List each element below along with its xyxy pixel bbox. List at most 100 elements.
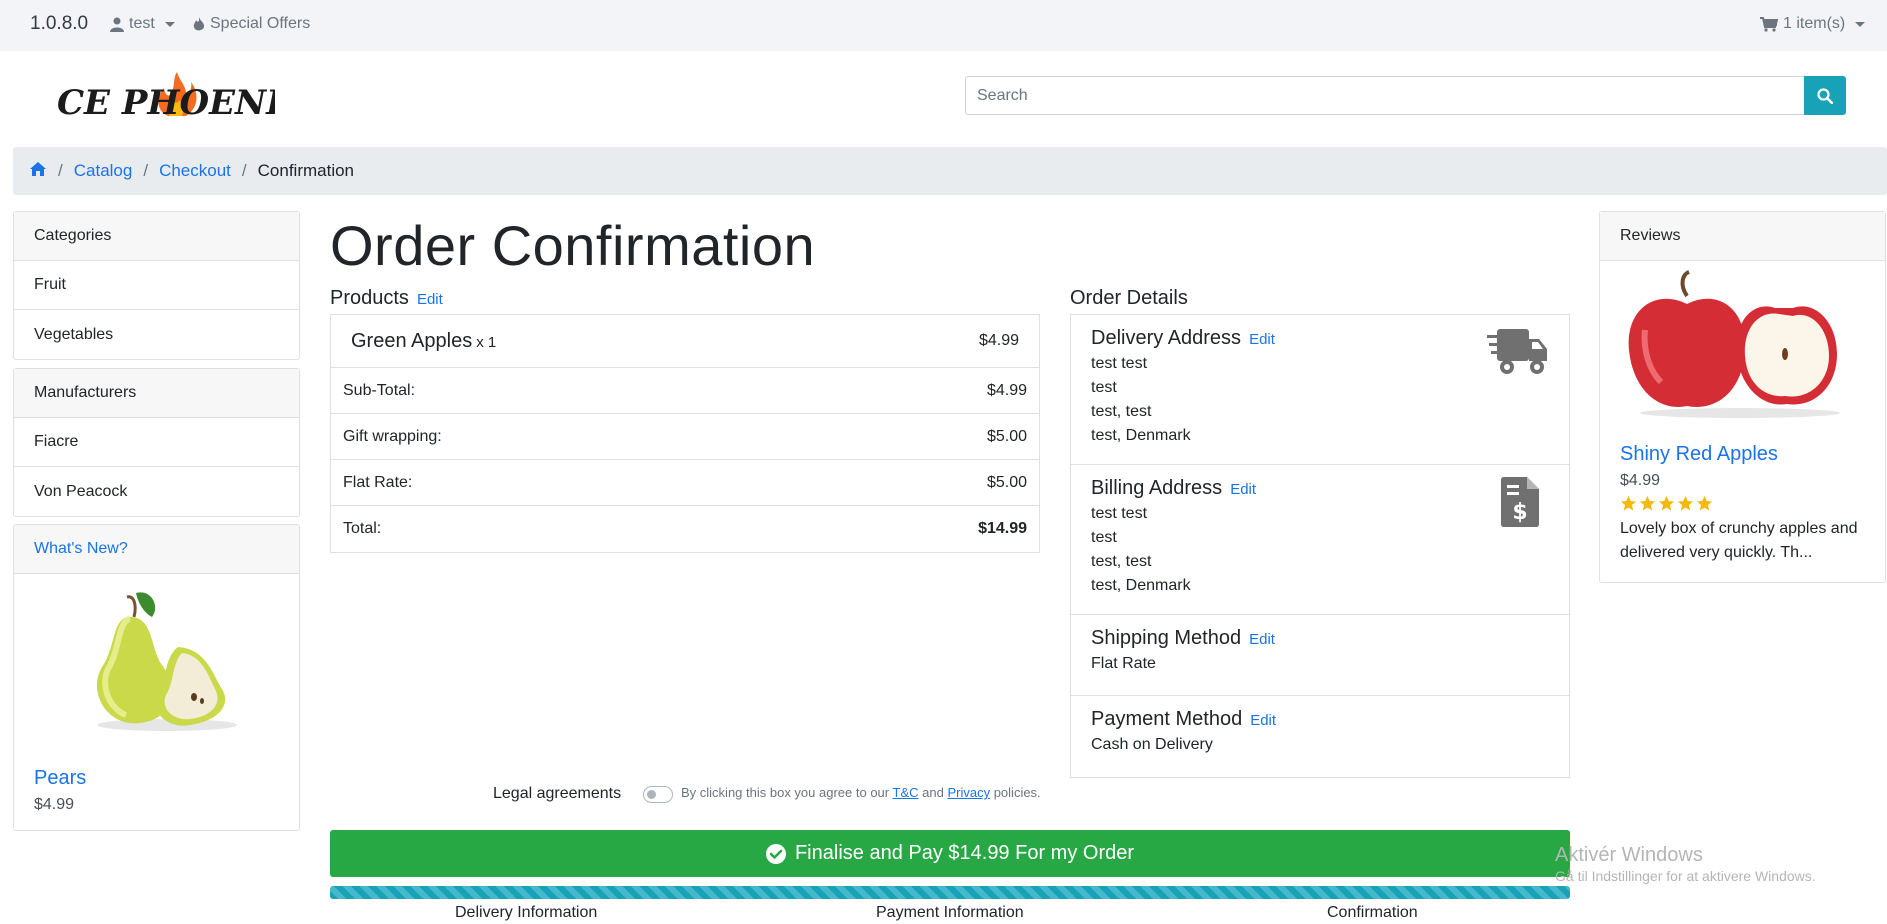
edit-delivery-address-link[interactable]: Edit [1249, 331, 1275, 348]
billing-address-line: test test [1091, 505, 1148, 522]
star-icon [1620, 495, 1637, 511]
delivery-address-title: Delivery Address [1091, 327, 1242, 349]
user-name: test [129, 15, 155, 32]
shipping-cost-label: Flat Rate: [343, 473, 413, 491]
category-fruit[interactable]: Fruit [14, 261, 299, 310]
cart-count: 1 item(s) [1783, 15, 1846, 32]
delivery-address-block: Delivery Address Edit test test test test… [1071, 315, 1569, 465]
step-delivery-information: Delivery Information [455, 904, 598, 921]
whats-new-product-price: $4.99 [34, 796, 75, 813]
chevron-down-icon [164, 21, 175, 27]
check-circle-icon [765, 843, 786, 864]
manufacturers-box: Manufacturers Fiacre Von Peacock [13, 368, 300, 517]
manufacturer-fiacre[interactable]: Fiacre [14, 418, 299, 467]
delivery-address-line: test [1091, 379, 1117, 396]
cart-menu[interactable]: 1 item(s) [1760, 15, 1866, 33]
delivery-address-line: test test [1091, 355, 1148, 372]
shipping-method-block: Shipping Method Edit Flat Rate [1071, 615, 1569, 696]
search-bar [965, 76, 1846, 115]
breadcrumb-catalog[interactable]: Catalog [74, 161, 133, 181]
products-title: Products [330, 287, 409, 309]
manufacturer-von-peacock[interactable]: Von Peacock [14, 467, 299, 516]
shipping-method-value: Flat Rate [1091, 655, 1156, 672]
billing-address-line: test, test [1091, 553, 1152, 570]
user-menu[interactable]: test [110, 15, 175, 33]
site-logo[interactable]: CE PHOENIX [55, 70, 310, 128]
legal-agreement-toggle[interactable] [643, 786, 673, 803]
terms-link[interactable]: T&C [893, 785, 919, 800]
special-offers-label: Special Offers [210, 15, 311, 32]
products-table: Green Apples x 1 $4.99 Sub-Total: $4.99 G… [330, 314, 1040, 553]
total-row: Total: $14.99 [331, 506, 1039, 552]
shipping-cost-row: Flat Rate: $5.00 [331, 460, 1039, 506]
special-offers-link[interactable]: Special Offers [193, 15, 310, 33]
home-link[interactable] [29, 161, 47, 182]
subtotal-label: Sub-Total: [343, 381, 416, 399]
invoice-dollar-icon: $ [1501, 477, 1539, 527]
reviews-title: Reviews [1600, 212, 1885, 261]
product-price: $4.99 [978, 332, 1019, 349]
privacy-link[interactable]: Privacy [947, 785, 990, 800]
step-payment-information: Payment Information [876, 904, 1024, 921]
chevron-down-icon [1855, 21, 1866, 27]
search-button[interactable] [1804, 76, 1846, 115]
gift-wrapping-label: Gift wrapping: [343, 427, 442, 445]
payment-method-title: Payment Method [1091, 708, 1243, 730]
breadcrumb-checkout[interactable]: Checkout [159, 161, 231, 181]
payment-method-value: Cash on Delivery [1091, 736, 1213, 753]
category-vegetables[interactable]: Vegetables [14, 310, 299, 359]
total-label: Total: [343, 520, 382, 537]
svg-text:$: $ [1512, 500, 1527, 525]
search-input[interactable] [965, 76, 1804, 115]
whats-new-link[interactable]: What's New? [34, 540, 128, 558]
windows-activation-text: Gå til Indstillinger for at aktivere Win… [1555, 868, 1816, 884]
pear-image[interactable] [82, 577, 252, 737]
star-icon [1639, 495, 1656, 511]
legal-text-pre: By clicking this box you agree to our [681, 785, 890, 800]
truck-icon [1487, 329, 1547, 374]
breadcrumb: / Catalog / Checkout / Confirmation [13, 147, 1887, 195]
breadcrumb-separator: / [143, 161, 149, 180]
version-label[interactable]: 1.0.8.0 [30, 13, 88, 35]
delivery-address-line: test, test [1091, 403, 1152, 420]
edit-shipping-method-link[interactable]: Edit [1249, 631, 1275, 648]
windows-activation-title: Aktivér Windows [1555, 844, 1703, 866]
whats-new-box: What's New? Pears $4.99 [13, 524, 300, 831]
categories-title: Categories [14, 212, 299, 261]
billing-address-line: test, Denmark [1091, 577, 1191, 594]
edit-products-link[interactable]: Edit [417, 291, 443, 308]
edit-payment-method-link[interactable]: Edit [1250, 712, 1276, 729]
order-details-title: Order Details [1070, 287, 1188, 309]
billing-address-line: test [1091, 529, 1117, 546]
order-details-table: Delivery Address Edit test test test test… [1070, 314, 1570, 778]
checkout-progress-bar [330, 886, 1570, 899]
billing-address-block: Billing Address Edit test test test test,… [1071, 465, 1569, 615]
top-navbar: 1.0.8.0 test Special Offers 1 item(s) [0, 0, 1887, 51]
product-quantity: x 1 [476, 333, 497, 351]
user-icon [110, 17, 124, 32]
review-text-line: delivered very quickly. Th... [1620, 544, 1813, 561]
apple-image[interactable] [1625, 270, 1855, 420]
product-row: Green Apples x 1 $4.99 [331, 315, 1039, 368]
subtotal-value: $4.99 [986, 381, 1027, 399]
reviews-box: Reviews Shiny Red Apples $4.99 Lovely bo… [1599, 211, 1886, 583]
step-confirmation: Confirmation [1327, 904, 1418, 921]
review-product-name[interactable]: Shiny Red Apples [1620, 443, 1778, 466]
legal-text-and: and [922, 785, 944, 800]
home-icon [30, 161, 46, 176]
edit-billing-address-link[interactable]: Edit [1230, 481, 1256, 498]
star-icon [1658, 495, 1675, 511]
whats-new-product-name[interactable]: Pears [34, 767, 86, 790]
review-text-line: Lovely box of crunchy apples and [1620, 520, 1858, 537]
review-stars [1620, 495, 1713, 512]
product-name: Green Apples [351, 329, 473, 352]
gift-wrapping-value: $5.00 [986, 427, 1027, 445]
finalise-order-button[interactable]: Finalise and Pay $14.99 For my Order [330, 830, 1570, 877]
subtotal-row: Sub-Total: $4.99 [331, 368, 1039, 414]
finalise-order-label: Finalise and Pay $14.99 For my Order [794, 842, 1135, 864]
delivery-address-line: test, Denmark [1091, 427, 1191, 444]
categories-box: Categories Fruit Vegetables [13, 211, 300, 360]
review-text: Lovely box of crunchy apples and deliver… [1620, 517, 1857, 565]
total-value: $14.99 [978, 520, 1027, 537]
whats-new-title[interactable]: What's New? [14, 525, 299, 574]
